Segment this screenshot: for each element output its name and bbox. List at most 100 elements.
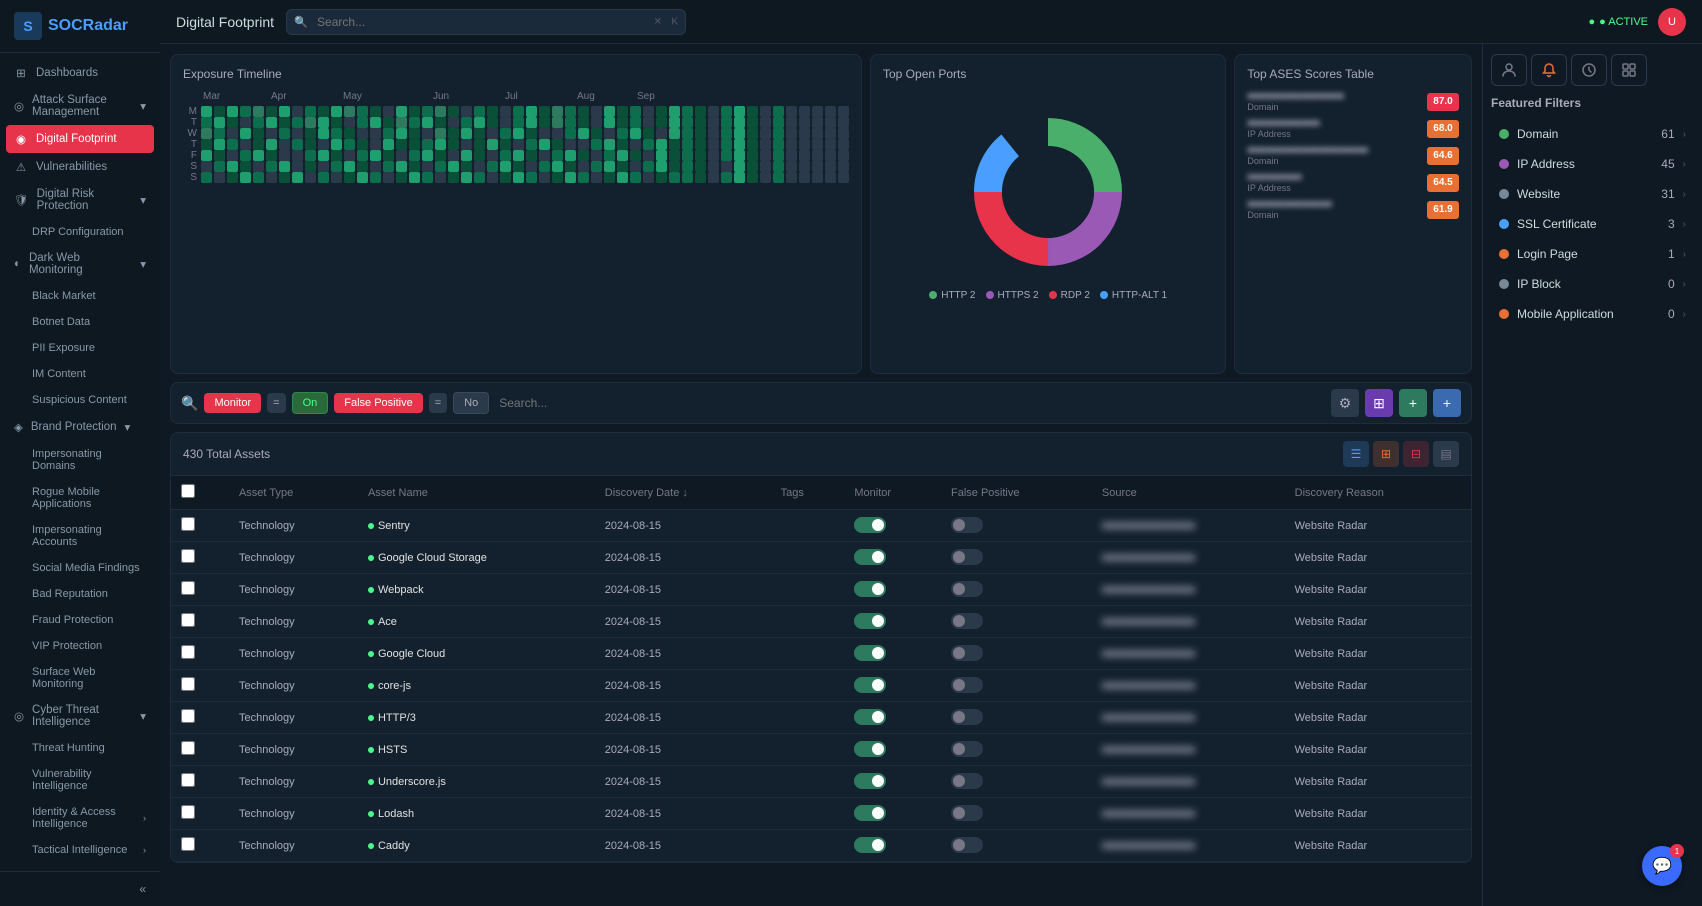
false-positive-toggle[interactable] (951, 549, 983, 565)
sidebar-item-identity[interactable]: Identity & Access Intelligence › (0, 799, 160, 837)
sidebar-item-pii[interactable]: PII Exposure (0, 335, 160, 361)
row-checkbox[interactable] (181, 709, 195, 723)
row-checkbox[interactable] (181, 517, 195, 531)
row-monitor[interactable] (844, 670, 941, 702)
filter-grid-icon[interactable]: ⊞ (1365, 389, 1393, 417)
row-false-positive[interactable] (941, 638, 1092, 670)
monitor-toggle[interactable] (854, 709, 886, 725)
featured-filter-item[interactable]: IP Block 0 › (1491, 270, 1694, 298)
monitor-toggle[interactable] (854, 773, 886, 789)
sidebar-item-vulnerabilities[interactable]: ⚠ Vulnerabilities (0, 153, 160, 181)
featured-filter-item[interactable]: Website 31 › (1491, 180, 1694, 208)
tab-grid[interactable] (1611, 54, 1647, 86)
sidebar-item-social-media[interactable]: Social Media Findings (0, 555, 160, 581)
false-positive-toggle[interactable] (951, 709, 983, 725)
monitor-toggle[interactable] (854, 581, 886, 597)
view-card-btn[interactable]: ⊟ (1403, 441, 1429, 467)
avatar[interactable]: U (1658, 8, 1686, 36)
eq2-btn[interactable]: = (429, 393, 447, 413)
monitor-toggle[interactable] (854, 517, 886, 533)
monitor-toggle[interactable] (854, 837, 886, 853)
sidebar-item-impersonating-domains[interactable]: Impersonating Domains (0, 441, 160, 479)
false-positive-toggle[interactable] (951, 517, 983, 533)
on-filter-btn[interactable]: On (292, 392, 329, 414)
sidebar-item-black-market[interactable]: Black Market (0, 283, 160, 309)
tab-user[interactable] (1491, 54, 1527, 86)
row-monitor[interactable] (844, 638, 941, 670)
view-other-btn[interactable]: ▤ (1433, 441, 1459, 467)
row-false-positive[interactable] (941, 606, 1092, 638)
search-clear-btn[interactable]: ✕ (654, 16, 662, 27)
sidebar-item-surface-web[interactable]: Surface Web Monitoring (0, 659, 160, 697)
row-monitor[interactable] (844, 574, 941, 606)
sidebar-item-dashboards[interactable]: ⊞ Dashboards (0, 59, 160, 87)
sidebar-item-rogue-mobile[interactable]: Rogue Mobile Applications (0, 479, 160, 517)
sidebar-item-drp-config[interactable]: DRP Configuration (0, 219, 160, 245)
featured-filter-item[interactable]: Login Page 1 › (1491, 240, 1694, 268)
row-false-positive[interactable] (941, 510, 1092, 542)
row-false-positive[interactable] (941, 574, 1092, 606)
row-monitor[interactable] (844, 542, 941, 574)
filter-settings-icon[interactable]: ⚙ (1331, 389, 1359, 417)
row-checkbox[interactable] (181, 805, 195, 819)
false-positive-toggle[interactable] (951, 677, 983, 693)
ases-item[interactable]: ■■■■■■■■■■■■ IP Address 68.0 (1247, 118, 1459, 139)
sidebar-item-attack-surface[interactable]: ◎ Attack Surface Management ▾ (0, 87, 160, 125)
ases-item[interactable]: ■■■■■■■■■■■■■■■■ Domain 87.0 (1247, 91, 1459, 112)
row-checkbox[interactable] (181, 773, 195, 787)
eq1-btn[interactable]: = (267, 393, 285, 413)
false-positive-toggle[interactable] (951, 741, 983, 757)
col-discovery-date[interactable]: Discovery Date ↓ (595, 476, 771, 510)
row-checkbox[interactable] (181, 837, 195, 851)
sidebar-item-vip-protection[interactable]: VIP Protection (0, 633, 160, 659)
row-false-positive[interactable] (941, 766, 1092, 798)
row-monitor[interactable] (844, 766, 941, 798)
monitor-filter-btn[interactable]: Monitor (204, 393, 261, 413)
false-positive-toggle[interactable] (951, 613, 983, 629)
sidebar-item-vuln-intel[interactable]: Vulnerability Intelligence (0, 761, 160, 799)
featured-filter-item[interactable]: Domain 61 › (1491, 120, 1694, 148)
row-false-positive[interactable] (941, 702, 1092, 734)
sidebar-item-im[interactable]: IM Content (0, 361, 160, 387)
false-positive-toggle[interactable] (951, 581, 983, 597)
sidebar-item-fraud-protection[interactable]: Fraud Protection (0, 607, 160, 633)
sidebar-item-digital-risk[interactable]: 🛡 Digital Risk Protection ▾ (0, 181, 160, 219)
filter-plus-icon[interactable]: + (1433, 389, 1461, 417)
featured-filter-item[interactable]: SSL Certificate 3 › (1491, 210, 1694, 238)
row-monitor[interactable] (844, 830, 941, 862)
row-false-positive[interactable] (941, 670, 1092, 702)
false-positive-toggle[interactable] (951, 837, 983, 853)
no-filter-btn[interactable]: No (453, 392, 489, 414)
sidebar-item-bad-reputation[interactable]: Bad Reputation (0, 581, 160, 607)
chat-button[interactable]: 💬 1 (1642, 846, 1682, 886)
false-positive-filter-btn[interactable]: False Positive (334, 393, 422, 413)
row-false-positive[interactable] (941, 542, 1092, 574)
false-positive-toggle[interactable] (951, 645, 983, 661)
tab-clock[interactable] (1571, 54, 1607, 86)
search-close-icon[interactable]: K (671, 16, 678, 27)
row-false-positive[interactable] (941, 830, 1092, 862)
ases-item[interactable]: ■■■■■■■■■■■■■■ Domain 61.9 (1247, 199, 1459, 220)
false-positive-toggle[interactable] (951, 805, 983, 821)
row-monitor[interactable] (844, 510, 941, 542)
ases-item[interactable]: ■■■■■■■■■■■■■■■■■■■■ Domain 64.6 (1247, 145, 1459, 166)
sidebar-item-tactical-intel[interactable]: Tactical Intelligence › (0, 837, 160, 863)
false-positive-toggle[interactable] (951, 773, 983, 789)
sidebar-item-impersonating-accounts[interactable]: Impersonating Accounts (0, 517, 160, 555)
row-monitor[interactable] (844, 734, 941, 766)
row-checkbox[interactable] (181, 581, 195, 595)
filter-add-icon[interactable]: + (1399, 389, 1427, 417)
monitor-toggle[interactable] (854, 741, 886, 757)
row-monitor[interactable] (844, 798, 941, 830)
row-checkbox[interactable] (181, 741, 195, 755)
row-checkbox[interactable] (181, 549, 195, 563)
row-false-positive[interactable] (941, 734, 1092, 766)
sidebar-item-botnet[interactable]: Botnet Data (0, 309, 160, 335)
row-checkbox[interactable] (181, 645, 195, 659)
ases-item[interactable]: ■■■■■■■■■ IP Address 64.5 (1247, 172, 1459, 193)
monitor-toggle[interactable] (854, 677, 886, 693)
featured-filter-item[interactable]: IP Address 45 › (1491, 150, 1694, 178)
sidebar-item-dark-web[interactable]: ◐ Dark Web Monitoring ▾ (0, 245, 160, 283)
sidebar-collapse-btn[interactable]: « (0, 871, 160, 906)
tab-alert[interactable] (1531, 54, 1567, 86)
